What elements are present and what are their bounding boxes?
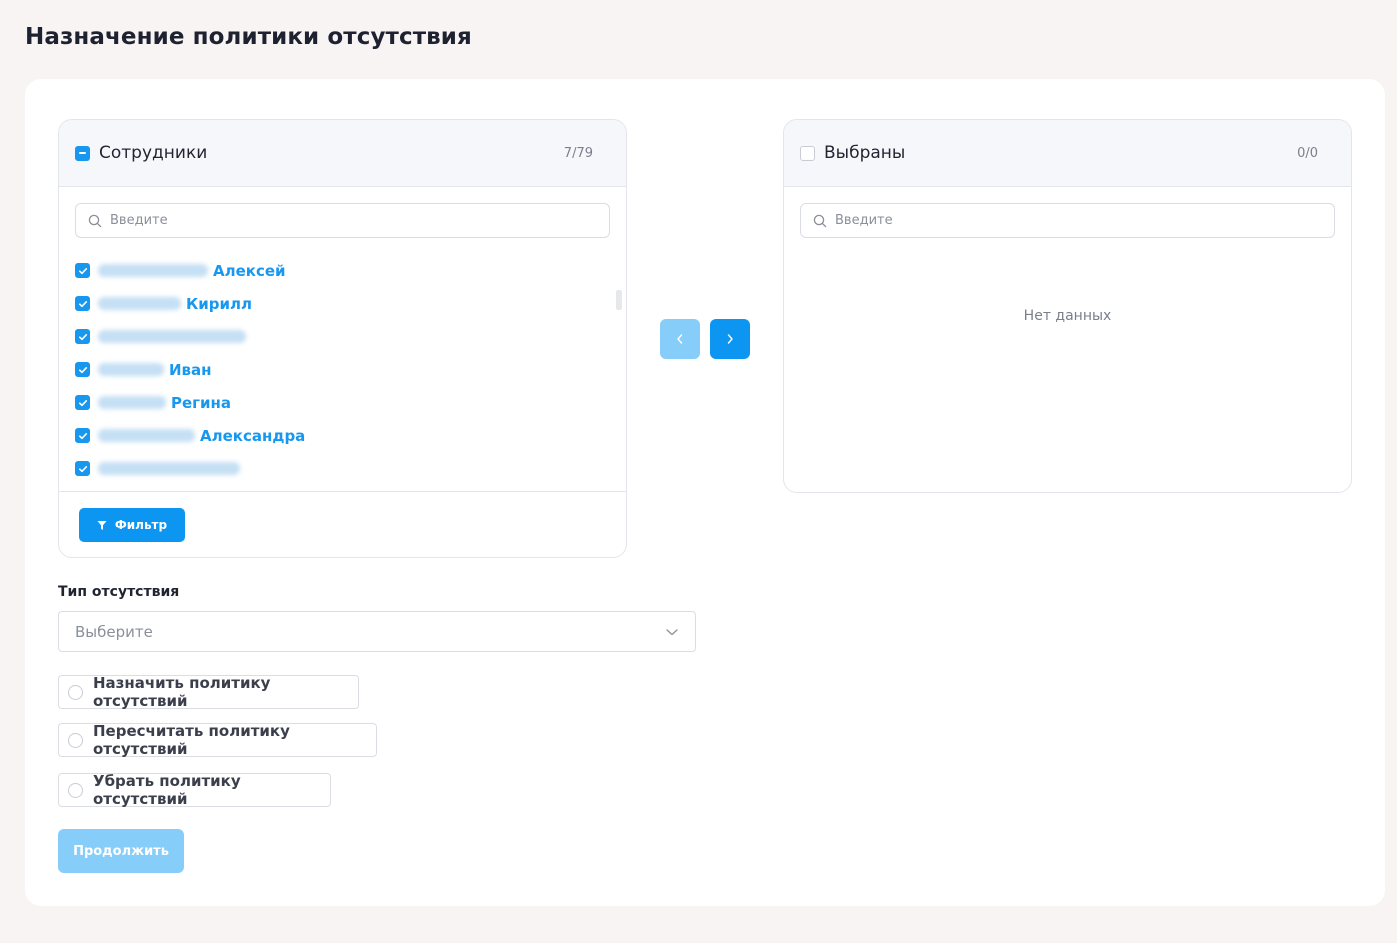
employee-label: Регина: [98, 394, 231, 412]
select-all-selected-checkbox[interactable]: [800, 145, 815, 161]
redacted-surname: [98, 330, 246, 343]
employee-name: Алексей: [213, 261, 286, 280]
list-item[interactable]: Регина: [75, 386, 605, 419]
radio-button[interactable]: [68, 732, 83, 748]
employee-label: [98, 330, 251, 343]
check-icon: [78, 300, 87, 307]
radio-remove-policy[interactable]: Убрать политику отсутствий: [58, 772, 331, 808]
employee-label: [98, 462, 245, 475]
employee-checkbox[interactable]: [75, 395, 90, 410]
check-icon: [78, 333, 87, 340]
list-scrollbar[interactable]: [616, 290, 622, 310]
continue-button[interactable]: Продолжить: [58, 829, 184, 873]
move-left-button[interactable]: [660, 319, 700, 359]
selected-search-input[interactable]: [835, 213, 1304, 228]
employee-label: Кирилл: [98, 295, 252, 313]
employee-checkbox[interactable]: [75, 263, 90, 278]
check-icon: [78, 267, 87, 274]
employees-list: Алексей Кирилл Иван Регина Александра: [75, 254, 605, 490]
move-right-button[interactable]: [710, 319, 750, 359]
selected-panel: Выбраны 0/0 Нет данных: [783, 119, 1352, 493]
search-icon: [813, 214, 827, 227]
employee-label: Иван: [98, 361, 212, 379]
redacted-surname: [98, 429, 195, 442]
employee-name: Регина: [171, 393, 231, 412]
chevron-left-icon: [677, 334, 683, 344]
radio-button[interactable]: [68, 782, 83, 798]
main-card: Сотрудники 7/79 Алексей Кирилл: [25, 79, 1385, 906]
page-title: Назначение политики отсутствия: [25, 24, 472, 50]
employee-checkbox[interactable]: [75, 362, 90, 377]
redacted-surname: [98, 363, 164, 376]
list-item[interactable]: Кирилл: [75, 287, 605, 320]
chevron-down-icon: [666, 628, 678, 635]
employee-label: Александра: [98, 427, 305, 445]
employees-panel-header: Сотрудники 7/79: [59, 120, 626, 187]
employees-search-input[interactable]: [110, 213, 579, 228]
selected-search[interactable]: [800, 203, 1335, 238]
select-all-employees-checkbox[interactable]: [75, 145, 90, 161]
employee-checkbox[interactable]: [75, 329, 90, 344]
filter-button[interactable]: Фильтр: [79, 508, 185, 542]
check-icon: [78, 432, 87, 439]
redacted-surname: [98, 264, 208, 277]
employees-count: 7/79: [563, 146, 593, 161]
list-item[interactable]: [75, 320, 605, 353]
empty-state-text: Нет данных: [1023, 308, 1112, 324]
employee-name: Александра: [200, 426, 306, 445]
check-icon: [78, 465, 87, 472]
absence-type-placeholder: Выберите: [75, 622, 153, 641]
redacted-surname: [98, 297, 181, 310]
employee-checkbox[interactable]: [75, 428, 90, 443]
chevron-right-icon: [727, 334, 733, 344]
employee-name: Кирилл: [186, 294, 252, 313]
absence-type-select[interactable]: Выберите: [58, 611, 696, 652]
radio-recalculate-policy[interactable]: Пересчитать политику отсутствий: [58, 722, 377, 758]
redacted-surname: [98, 462, 240, 475]
check-icon: [78, 399, 87, 406]
search-icon: [88, 214, 102, 227]
redacted-surname: [98, 396, 166, 409]
radio-label: Пересчитать политику отсутствий: [93, 722, 290, 758]
radio-button[interactable]: [68, 684, 83, 700]
employees-panel: Сотрудники 7/79 Алексей Кирилл: [58, 119, 627, 558]
employees-panel-title: Сотрудники: [99, 143, 208, 163]
radio-label: Убрать политику отсутствий: [93, 772, 241, 808]
employee-checkbox[interactable]: [75, 461, 90, 476]
radio-assign-policy[interactable]: Назначить политику отсутствий: [58, 674, 359, 710]
employee-name: Иван: [169, 360, 212, 379]
list-item[interactable]: Алексей: [75, 254, 605, 287]
radio-label: Назначить политику отсутствий: [93, 674, 271, 710]
selected-count: 0/0: [1297, 146, 1318, 161]
absence-type-label: Тип отсутствия: [58, 584, 180, 600]
list-item[interactable]: [75, 452, 605, 485]
list-item[interactable]: Александра: [75, 419, 605, 452]
employee-checkbox[interactable]: [75, 296, 90, 311]
filter-button-label: Фильтр: [114, 518, 168, 532]
selected-panel-title: Выбраны: [824, 143, 906, 163]
employees-panel-footer: Фильтр: [59, 491, 626, 557]
employees-search[interactable]: [75, 203, 610, 238]
list-item[interactable]: Иван: [75, 353, 605, 386]
filter-icon: [97, 520, 107, 530]
employee-label: Алексей: [98, 262, 286, 280]
check-icon: [78, 366, 87, 373]
selected-panel-header: Выбраны 0/0: [784, 120, 1351, 187]
